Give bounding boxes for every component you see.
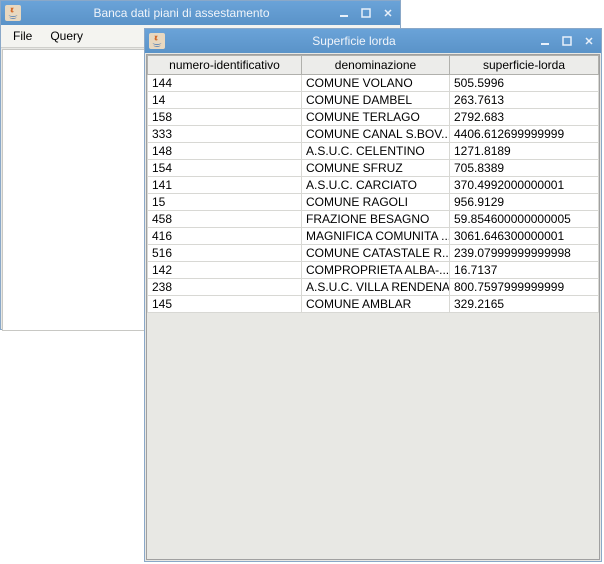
table-header-row: numero-identificativo denominazione supe… [148,56,599,75]
cell-name[interactable]: A.S.U.C. CELENTINO [302,143,450,160]
cell-id[interactable]: 333 [148,126,302,143]
cell-id[interactable]: 145 [148,296,302,313]
minimize-icon[interactable] [336,6,352,20]
table-row[interactable]: 141A.S.U.C. CARCIATO370.4992000000001 [148,177,599,194]
cell-area[interactable]: 370.4992000000001 [450,177,599,194]
data-window: Superficie lorda numero-identificativo d… [144,28,602,562]
table-row[interactable]: 238A.S.U.C. VILLA RENDENA800.75979999999… [148,279,599,296]
table-row[interactable]: 148A.S.U.C. CELENTINO1271.8189 [148,143,599,160]
cell-name[interactable]: COMPROPRIETA ALBA-... [302,262,450,279]
cell-area[interactable]: 59.854600000000005 [450,211,599,228]
table-row[interactable]: 154COMUNE SFRUZ705.8389 [148,160,599,177]
cell-id[interactable]: 15 [148,194,302,211]
cell-name[interactable]: A.S.U.C. VILLA RENDENA [302,279,450,296]
main-titlebar[interactable]: Banca dati piani di assestamento [1,1,400,25]
cell-name[interactable]: COMUNE DAMBEL [302,92,450,109]
data-body: numero-identificativo denominazione supe… [145,53,601,561]
cell-name[interactable]: COMUNE VOLANO [302,75,450,92]
cell-area[interactable]: 1271.8189 [450,143,599,160]
table-row[interactable]: 142COMPROPRIETA ALBA-...16.7137 [148,262,599,279]
cell-area[interactable]: 263.7613 [450,92,599,109]
cell-name[interactable]: FRAZIONE BESAGNO [302,211,450,228]
cell-area[interactable]: 705.8389 [450,160,599,177]
table-row[interactable]: 144COMUNE VOLANO505.5996 [148,75,599,92]
table-row[interactable]: 15COMUNE RAGOLI956.9129 [148,194,599,211]
menu-query[interactable]: Query [42,27,91,45]
table-row[interactable]: 416MAGNIFICA COMUNITA ...3061.6463000000… [148,228,599,245]
table-row[interactable]: 145COMUNE AMBLAR329.2165 [148,296,599,313]
table-body: 144COMUNE VOLANO505.599614COMUNE DAMBEL2… [148,75,599,313]
cell-area[interactable]: 4406.612699999999 [450,126,599,143]
cell-id[interactable]: 238 [148,279,302,296]
cell-name[interactable]: COMUNE AMBLAR [302,296,450,313]
table-row[interactable]: 14COMUNE DAMBEL263.7613 [148,92,599,109]
table-row[interactable]: 158COMUNE TERLAGO2792.683 [148,109,599,126]
cell-area[interactable]: 239.07999999999998 [450,245,599,262]
cell-id[interactable]: 516 [148,245,302,262]
cell-name[interactable]: A.S.U.C. CARCIATO [302,177,450,194]
table-row[interactable]: 458FRAZIONE BESAGNO59.854600000000005 [148,211,599,228]
menu-file[interactable]: File [5,27,40,45]
cell-id[interactable]: 458 [148,211,302,228]
minimize-icon[interactable] [537,34,553,48]
cell-area[interactable]: 956.9129 [450,194,599,211]
data-titlebar[interactable]: Superficie lorda [145,29,601,53]
column-header-id[interactable]: numero-identificativo [148,56,302,75]
table-empty-area [147,313,599,560]
cell-id[interactable]: 158 [148,109,302,126]
table-container: numero-identificativo denominazione supe… [146,54,600,560]
cell-area[interactable]: 2792.683 [450,109,599,126]
table-row[interactable]: 333COMUNE CANAL S.BOV...4406.61269999999… [148,126,599,143]
cell-name[interactable]: COMUNE CANAL S.BOV... [302,126,450,143]
cell-name[interactable]: COMUNE CATASTALE R... [302,245,450,262]
main-window-title: Banca dati piani di assestamento [27,6,336,20]
cell-name[interactable]: COMUNE RAGOLI [302,194,450,211]
cell-name[interactable]: COMUNE TERLAGO [302,109,450,126]
data-window-title: Superficie lorda [171,34,537,48]
maximize-icon[interactable] [358,6,374,20]
cell-id[interactable]: 416 [148,228,302,245]
maximize-icon[interactable] [559,34,575,48]
cell-name[interactable]: COMUNE SFRUZ [302,160,450,177]
cell-name[interactable]: MAGNIFICA COMUNITA ... [302,228,450,245]
cell-id[interactable]: 154 [148,160,302,177]
table-row[interactable]: 516COMUNE CATASTALE R...239.079999999999… [148,245,599,262]
cell-id[interactable]: 141 [148,177,302,194]
cell-id[interactable]: 14 [148,92,302,109]
cell-area[interactable]: 16.7137 [450,262,599,279]
cell-area[interactable]: 505.5996 [450,75,599,92]
cell-area[interactable]: 800.7597999999999 [450,279,599,296]
cell-id[interactable]: 144 [148,75,302,92]
cell-id[interactable]: 142 [148,262,302,279]
data-table: numero-identificativo denominazione supe… [147,55,599,313]
cell-area[interactable]: 329.2165 [450,296,599,313]
java-icon [149,33,165,49]
close-icon[interactable] [380,6,396,20]
close-icon[interactable] [581,34,597,48]
column-header-name[interactable]: denominazione [302,56,450,75]
java-icon [5,5,21,21]
cell-area[interactable]: 3061.646300000001 [450,228,599,245]
column-header-area[interactable]: superficie-lorda [450,56,599,75]
cell-id[interactable]: 148 [148,143,302,160]
